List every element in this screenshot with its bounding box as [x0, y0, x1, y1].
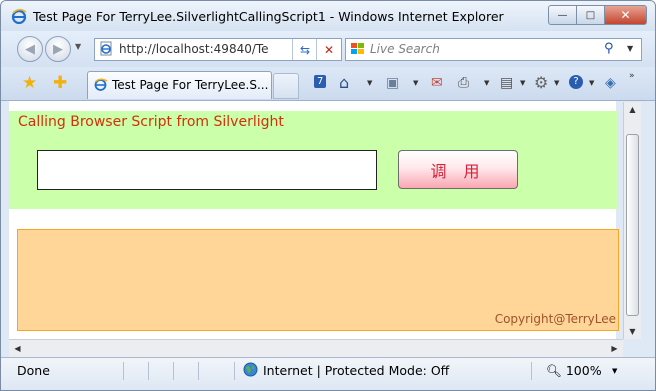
stop-icon[interactable]: ✕ — [316, 39, 341, 60]
status-bar: Done Internet | Protected Mode: Off 🔍︎ 1… — [1, 357, 655, 390]
tab-bar: ★ ✚ Test Page For TerryLee.S... 7 ⌂ ▼ ▣ … — [1, 67, 655, 101]
scroll-down-arrow-icon[interactable]: ▼ — [624, 324, 641, 339]
status-divider — [123, 362, 124, 380]
status-divider — [148, 362, 149, 380]
silverlight-panel: Calling Browser Script from Silverlight … — [9, 111, 617, 209]
tools-gear-icon[interactable]: ⚙ — [534, 73, 548, 92]
refresh-icon[interactable]: ⇆ — [292, 39, 317, 60]
vertical-scroll-thumb[interactable] — [626, 134, 639, 316]
page-icon — [100, 41, 112, 56]
minimize-button[interactable]: — — [548, 5, 577, 25]
forward-button[interactable]: ▶ — [45, 36, 71, 62]
status-divider — [198, 362, 199, 380]
tab-active[interactable]: Test Page For TerryLee.S... — [87, 71, 272, 99]
page-menu-dropdown[interactable]: ▼ — [520, 79, 525, 87]
close-button[interactable]: ✕ — [604, 5, 647, 25]
print-dropdown[interactable]: ▼ — [484, 79, 489, 87]
print-icon[interactable]: ⎙ — [458, 75, 469, 91]
zoom-level[interactable]: 🔍︎ 100% — [546, 363, 602, 379]
status-divider — [173, 362, 174, 380]
home-dropdown[interactable]: ▼ — [367, 79, 372, 87]
tools-dropdown[interactable]: ▼ — [554, 79, 559, 87]
back-button[interactable]: ◀ — [17, 36, 43, 62]
feeds-dropdown[interactable]: ▼ — [413, 79, 418, 87]
address-url[interactable]: http://localhost:49840/Te — [119, 42, 269, 56]
search-box[interactable]: Live Search ⚲ ▼ — [345, 38, 642, 61]
horizontal-scrollbar[interactable]: ◀ ▶ — [9, 339, 623, 357]
favorites-star-icon[interactable]: ★ — [22, 73, 37, 93]
search-icon[interactable]: ⚲ — [604, 41, 614, 56]
status-divider — [234, 362, 235, 380]
maximize-button[interactable]: □ — [576, 5, 605, 25]
home-icon[interactable]: ⌂ — [339, 73, 349, 92]
live-search-logo-icon — [351, 43, 364, 54]
title-bar: Test Page For TerryLee.SilverlightCallin… — [1, 1, 655, 31]
tabs-overview-icon[interactable]: 7 — [314, 75, 327, 88]
navigation-bar: ◀ ▶ ▼ http://localhost:49840/Te ⇆ ✕ Live… — [1, 31, 655, 67]
help-dropdown[interactable]: ▼ — [589, 79, 594, 87]
search-input[interactable]: Live Search — [370, 42, 440, 56]
address-bar[interactable]: http://localhost:49840/Te ⇆ ✕ — [94, 38, 342, 61]
read-mail-icon[interactable]: ✉ — [431, 75, 443, 91]
help-icon[interactable]: ? — [569, 75, 583, 89]
ie-logo-icon — [11, 8, 27, 24]
zoom-icon: 🔍︎ — [546, 363, 566, 378]
toolbar-overflow-chevron-icon[interactable]: » — [629, 71, 635, 81]
text-input[interactable] — [37, 150, 377, 190]
research-icon[interactable]: ◈ — [605, 75, 616, 91]
security-zone[interactable]: Internet | Protected Mode: Off — [263, 363, 449, 378]
search-options-dropdown[interactable]: ▼ — [627, 44, 633, 53]
scroll-left-arrow-icon[interactable]: ◀ — [9, 341, 26, 356]
tab-label: Test Page For TerryLee.S... — [112, 78, 269, 92]
scroll-up-arrow-icon[interactable]: ▲ — [624, 102, 641, 117]
page-menu-icon[interactable]: ▤ — [500, 75, 513, 91]
add-favorites-icon[interactable]: ✚ — [53, 73, 67, 93]
page-icon — [94, 78, 108, 91]
call-button[interactable]: 调 用 — [398, 150, 518, 189]
recent-pages-dropdown[interactable]: ▼ — [75, 42, 81, 51]
status-text: Done — [17, 363, 50, 378]
globe-icon — [243, 362, 258, 377]
window-title: Test Page For TerryLee.SilverlightCallin… — [33, 9, 504, 24]
vertical-scrollbar[interactable]: ▲ ▼ — [623, 102, 641, 339]
rss-feeds-icon[interactable]: ▣ — [386, 75, 399, 91]
browser-window: Test Page For TerryLee.SilverlightCallin… — [0, 0, 656, 391]
zoom-value: 100% — [565, 363, 602, 378]
status-divider — [531, 362, 532, 380]
result-panel: Copyright@TerryLee — [17, 229, 619, 331]
copyright-text: Copyright@TerryLee — [494, 312, 616, 326]
page-heading: Calling Browser Script from Silverlight — [18, 114, 284, 130]
window-controls: — □ ✕ — [548, 5, 647, 25]
new-tab-icon[interactable] — [273, 73, 299, 99]
zoom-dropdown[interactable]: ▼ — [612, 367, 617, 375]
scroll-right-arrow-icon[interactable]: ▶ — [606, 341, 623, 356]
